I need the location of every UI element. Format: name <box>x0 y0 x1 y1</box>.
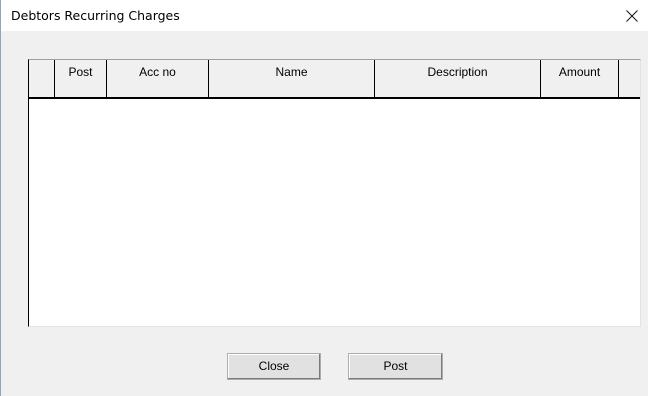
close-button[interactable]: Close <box>227 353 321 380</box>
header-extra[interactable] <box>619 60 640 97</box>
dialog-client-area: Post Acc no Name Description Amount Clos… <box>1 31 648 396</box>
recurring-charges-grid[interactable]: Post Acc no Name Description Amount <box>28 59 641 327</box>
grid-body[interactable] <box>29 99 640 326</box>
window-title: Debtors Recurring Charges <box>11 8 180 23</box>
grid-header: Post Acc no Name Description Amount <box>29 60 640 99</box>
header-post[interactable]: Post <box>55 60 107 97</box>
header-amount[interactable]: Amount <box>541 60 619 97</box>
post-button[interactable]: Post <box>348 353 443 380</box>
title-bar[interactable]: Debtors Recurring Charges <box>1 0 648 31</box>
header-name[interactable]: Name <box>209 60 375 97</box>
header-row-selector[interactable] <box>29 60 55 97</box>
close-window-icon[interactable] <box>617 4 647 28</box>
dialog-window: Debtors Recurring Charges Post Acc no Na… <box>0 0 648 396</box>
header-acc-no[interactable]: Acc no <box>107 60 209 97</box>
header-description[interactable]: Description <box>375 60 541 97</box>
